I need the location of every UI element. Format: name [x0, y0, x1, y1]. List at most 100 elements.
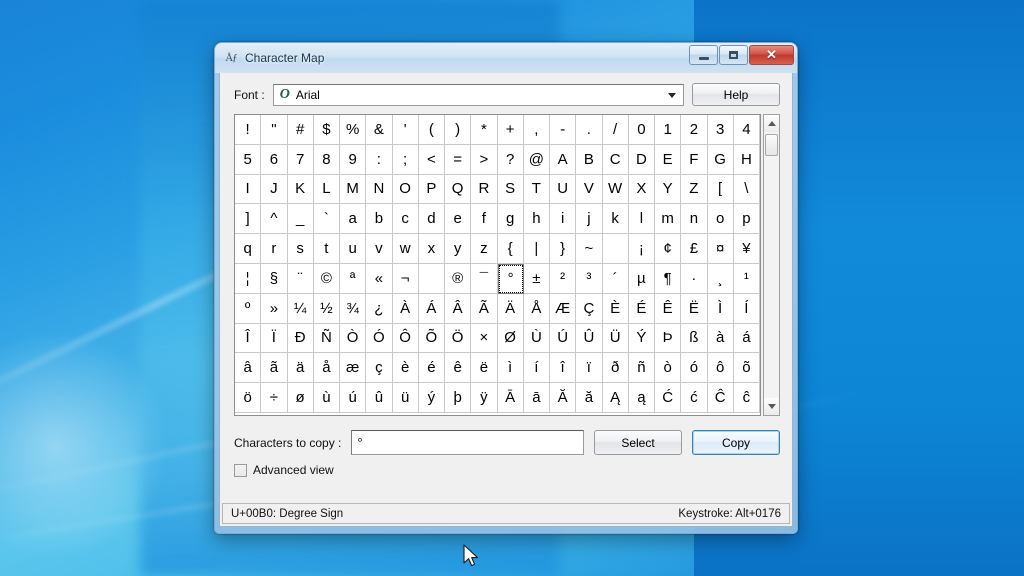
char-cell[interactable]: z [471, 234, 498, 264]
char-cell[interactable]: < [418, 144, 445, 175]
char-cell[interactable]: Ò [340, 323, 367, 354]
char-cell[interactable]: L [313, 174, 340, 205]
char-cell[interactable]: Ê [655, 293, 682, 324]
char-cell[interactable]: ç [366, 353, 393, 384]
char-cell[interactable]: ą [628, 383, 655, 413]
char-cell[interactable]: Õ [418, 323, 445, 354]
char-cell[interactable]: g [497, 204, 524, 235]
char-cell[interactable]: § [261, 263, 288, 294]
char-cell[interactable]: ù [313, 383, 340, 413]
char-cell[interactable]: Í [733, 293, 760, 324]
advanced-view-checkbox[interactable] [234, 463, 247, 477]
char-cell[interactable]: ¥ [733, 234, 760, 264]
char-cell[interactable]: ¤ [707, 234, 734, 264]
character-grid[interactable]: ! " # $% & '() * +, -./0 1 2 3 4 5 6 7 8 9:; < = >? @ A B C D E F G H… [234, 114, 761, 416]
char-cell[interactable]: c [392, 204, 419, 235]
scrollbar-thumb[interactable] [765, 134, 778, 156]
char-cell[interactable]: - [550, 115, 577, 145]
char-cell[interactable]: ! [235, 115, 262, 145]
char-cell[interactable]: » [261, 293, 288, 324]
char-cell[interactable]: þ [445, 383, 472, 413]
char-cell[interactable]: Y [655, 174, 682, 205]
window-titlebar[interactable]: Åƒ Character Map ✕ [215, 43, 797, 73]
char-cell[interactable]: Ñ [313, 323, 340, 354]
char-cell[interactable]: > [471, 144, 498, 175]
char-cell[interactable]: $ [313, 115, 340, 145]
char-cell[interactable]: ß [681, 323, 708, 354]
char-cell[interactable]: ¦ [235, 263, 262, 294]
char-cell[interactable]: É [628, 293, 655, 324]
char-cell[interactable]: * [471, 115, 498, 145]
char-cell[interactable]: N [366, 174, 393, 205]
char-cell[interactable]: ú [340, 383, 367, 413]
char-cell[interactable]: o [707, 204, 734, 235]
char-cell[interactable]: ă [576, 383, 603, 413]
char-cell[interactable]: î [550, 353, 577, 384]
char-cell-selected[interactable]: ° [497, 263, 524, 294]
char-cell[interactable]: 4 [733, 115, 760, 145]
char-cell[interactable]: ¿ [366, 293, 393, 324]
char-cell[interactable]: 3 [707, 115, 734, 145]
char-cell[interactable]: Ó [366, 323, 393, 354]
char-cell[interactable]: ÿ [471, 383, 498, 413]
char-cell[interactable]: ê [445, 353, 472, 384]
char-cell[interactable]: G [707, 144, 734, 175]
char-cell[interactable]: V [576, 174, 603, 205]
char-cell[interactable]: u [340, 234, 367, 264]
char-cell[interactable]: ā [523, 383, 550, 413]
char-cell[interactable]: \ [733, 174, 760, 205]
char-cell[interactable]: Ë [681, 293, 708, 324]
char-cell[interactable]: E [655, 144, 682, 175]
char-cell[interactable]: _ [287, 204, 314, 235]
char-cell[interactable]: q [235, 234, 262, 264]
char-cell[interactable]: ½ [313, 293, 340, 324]
copy-button[interactable]: Copy [692, 430, 780, 455]
char-cell[interactable]: ¾ [340, 293, 367, 324]
char-cell[interactable]: 5 [235, 144, 262, 175]
char-cell[interactable]: a [340, 204, 367, 235]
char-cell[interactable]: } [550, 234, 577, 264]
char-cell[interactable]: v [366, 234, 393, 264]
char-cell[interactable]: l [628, 204, 655, 235]
char-cell[interactable]: Ç [576, 293, 603, 324]
char-cell[interactable]: Â [445, 293, 472, 324]
char-cell[interactable]: Ć [655, 383, 682, 413]
char-cell[interactable]: ¯ [471, 263, 498, 294]
char-cell[interactable]: Ù [523, 323, 550, 354]
char-cell[interactable]: 6 [261, 144, 288, 175]
char-cell[interactable]: ë [471, 353, 498, 384]
char-cell[interactable]: ý [418, 383, 445, 413]
char-cell[interactable]: ö [235, 383, 262, 413]
maximize-button[interactable] [719, 45, 748, 65]
char-cell[interactable]: J [261, 174, 288, 205]
char-cell[interactable]: Ä [497, 293, 524, 324]
char-cell[interactable]: ÷ [261, 383, 288, 413]
char-cell[interactable]: ¼ [287, 293, 314, 324]
char-cell[interactable]: Ĉ [707, 383, 734, 413]
chevron-down-icon[interactable] [668, 92, 676, 98]
minimize-button[interactable] [689, 45, 718, 65]
char-cell[interactable]: s [287, 234, 314, 264]
char-cell[interactable]: d [418, 204, 445, 235]
char-cell[interactable]: È [602, 293, 629, 324]
char-cell[interactable]: © [313, 263, 340, 294]
char-cell[interactable]: Ö [445, 323, 472, 354]
char-cell[interactable]: Û [576, 323, 603, 354]
char-cell[interactable]: e [445, 204, 472, 235]
char-cell[interactable]: ü [392, 383, 419, 413]
char-cell[interactable]: Ã [471, 293, 498, 324]
char-cell[interactable]: ó [681, 353, 708, 384]
grid-scrollbar[interactable] [763, 114, 780, 416]
char-cell[interactable]: ' [392, 115, 419, 145]
char-cell[interactable]: è [392, 353, 419, 384]
characters-to-copy-input[interactable] [351, 430, 584, 455]
char-cell[interactable]: & [366, 115, 393, 145]
char-cell[interactable]: [ [707, 174, 734, 205]
font-dropdown[interactable]: O Arial [272, 83, 684, 106]
char-cell[interactable]: å [313, 353, 340, 384]
char-cell[interactable]: = [445, 144, 472, 175]
char-cell[interactable]: ± [523, 263, 550, 294]
char-cell[interactable]: ä [287, 353, 314, 384]
char-cell[interactable]: Q [445, 174, 472, 205]
char-cell[interactable]: À [392, 293, 419, 324]
